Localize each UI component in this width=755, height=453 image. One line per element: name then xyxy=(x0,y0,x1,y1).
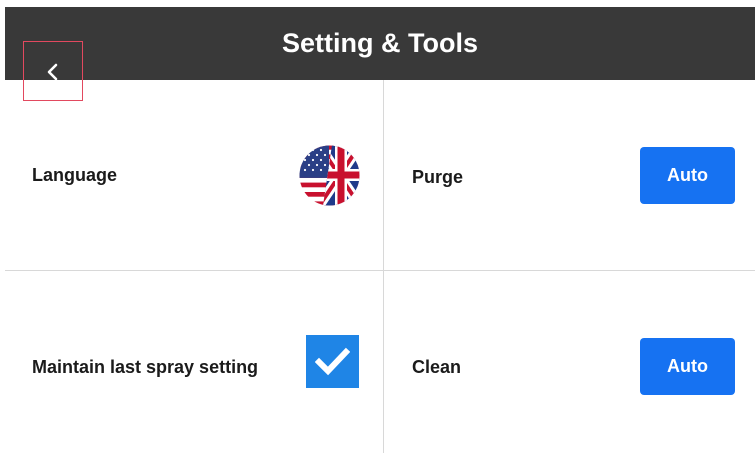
header-bar: Setting & Tools xyxy=(5,7,755,80)
maintain-spray-label: Maintain last spray setting xyxy=(32,357,259,377)
chevron-left-icon xyxy=(47,63,58,81)
clean-auto-button[interactable]: Auto xyxy=(640,338,735,395)
back-button[interactable] xyxy=(23,41,83,101)
us-uk-flag-icon xyxy=(299,145,360,206)
clean-label: Clean xyxy=(412,357,462,377)
purge-label: Purge xyxy=(412,167,464,187)
language-label: Language xyxy=(32,165,118,185)
maintain-spray-checkbox[interactable] xyxy=(306,335,359,388)
grid-divider-horizontal xyxy=(5,270,755,271)
language-selector[interactable] xyxy=(299,145,360,206)
page-title: Setting & Tools xyxy=(282,28,478,58)
checkmark-icon xyxy=(315,347,350,376)
purge-auto-button[interactable]: Auto xyxy=(640,147,735,204)
grid-divider-vertical xyxy=(383,80,384,453)
